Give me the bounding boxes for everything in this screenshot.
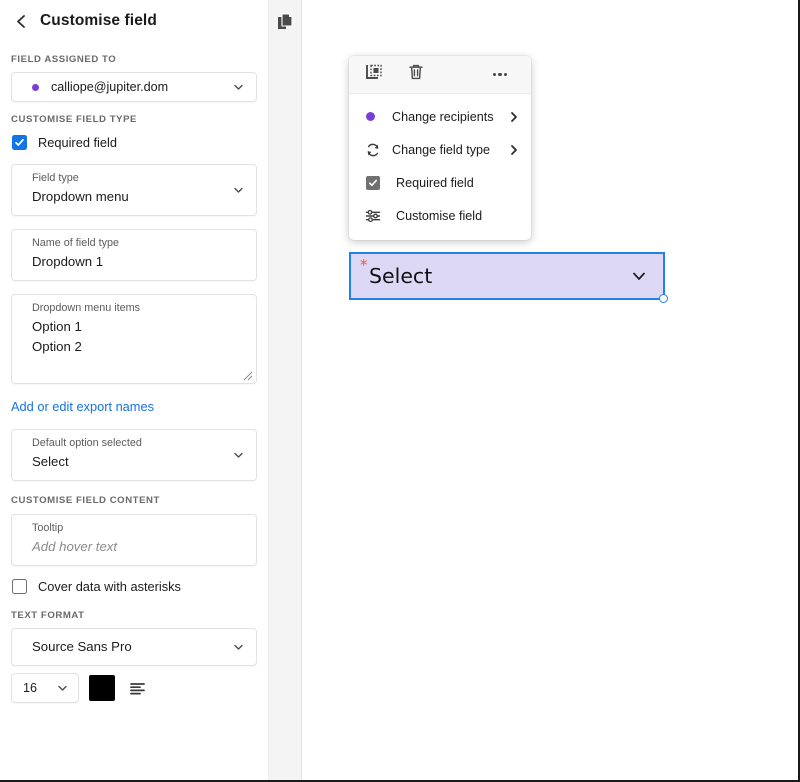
trash-icon xyxy=(407,63,425,86)
resize-handle-icon[interactable] xyxy=(239,367,253,381)
field-type-value: Dropdown menu xyxy=(12,185,256,215)
panel-header: Customise field xyxy=(0,4,268,38)
export-names-link-row: Add or edit export names xyxy=(0,398,268,416)
list-item: Option 1 xyxy=(32,317,244,337)
dropdown-form-field[interactable]: * Select xyxy=(349,252,665,300)
field-context-menu: Change recipients xyxy=(349,56,531,240)
page-title: Customise field xyxy=(40,12,157,30)
cover-data-checkbox-row[interactable]: Cover data with asterisks xyxy=(0,579,268,594)
tooltip-placeholder: Add hover text xyxy=(12,535,256,565)
required-marker: * xyxy=(360,258,368,273)
field-type-select[interactable]: Field type Dropdown menu xyxy=(11,164,257,216)
menu-item-label: Customise field xyxy=(396,209,482,223)
menu-item-label: Change recipients xyxy=(392,110,494,124)
chevron-down-icon xyxy=(232,81,245,94)
dropdown-menu-items-textarea[interactable]: Dropdown menu items Option 1 Option 2 xyxy=(11,294,257,384)
required-field-label: Required field xyxy=(38,135,117,150)
chevron-left-icon xyxy=(14,14,29,29)
app-window: Customise field FIELD ASSIGNED TO callio… xyxy=(0,0,800,782)
canvas-left-rail xyxy=(268,0,302,782)
list-item: Option 2 xyxy=(32,337,244,357)
recipient-dot-icon xyxy=(32,84,39,91)
field-type-sub-label: Field type xyxy=(12,165,256,185)
font-family-value: Source Sans Pro xyxy=(12,629,256,665)
chevron-right-icon xyxy=(508,111,520,123)
tooltip-input[interactable]: Tooltip Add hover text xyxy=(11,514,257,566)
section-label-customise-field-content: CUSTOMISE FIELD CONTENT xyxy=(0,495,268,506)
chevron-down-icon xyxy=(232,449,245,462)
chevron-down-icon xyxy=(232,184,245,197)
duplicate-icon xyxy=(365,63,383,86)
menu-item-label: Required field xyxy=(396,176,474,190)
delete-button[interactable] xyxy=(395,58,437,92)
checkbox-checked-icon xyxy=(365,176,387,190)
menu-item-change-field-type[interactable]: Change field type xyxy=(349,133,531,166)
context-menu-items: Change recipients xyxy=(349,94,531,240)
pages-icon[interactable] xyxy=(273,9,297,33)
checkbox-checked-icon xyxy=(12,135,27,150)
more-options-icon xyxy=(493,73,508,76)
resize-handle[interactable] xyxy=(659,294,668,303)
add-or-edit-export-names-link[interactable]: Add or edit export names xyxy=(11,399,154,414)
tooltip-sub-label: Tooltip xyxy=(12,515,256,535)
font-size-select[interactable]: 16 xyxy=(11,673,79,703)
name-of-field-type-input[interactable]: Name of field type Dropdown 1 xyxy=(11,229,257,281)
name-of-field-type-value: Dropdown 1 xyxy=(12,250,256,280)
dropdown-items-list: Option 1 Option 2 xyxy=(12,314,256,357)
sync-icon xyxy=(365,142,387,158)
recipient-row: calliope@jupiter.dom xyxy=(12,73,256,101)
chevron-down-icon xyxy=(56,682,69,695)
text-format-controls: 16 xyxy=(11,673,257,703)
section-label-customise-field-type: CUSTOMISE FIELD TYPE xyxy=(0,114,268,125)
default-option-value: Select xyxy=(12,450,256,480)
menu-item-customise-field[interactable]: Customise field xyxy=(349,199,531,232)
required-field-checkbox-row[interactable]: Required field xyxy=(0,135,268,150)
section-label-field-assigned-to: FIELD ASSIGNED TO xyxy=(0,54,268,65)
customise-field-sidebar: Customise field FIELD ASSIGNED TO callio… xyxy=(0,0,268,782)
duplicate-button[interactable] xyxy=(353,58,395,92)
default-option-select[interactable]: Default option selected Select xyxy=(11,429,257,481)
menu-item-label: Change field type xyxy=(392,143,490,157)
chevron-right-icon xyxy=(508,144,520,156)
text-align-left-icon[interactable] xyxy=(125,676,149,700)
menu-item-change-recipients[interactable]: Change recipients xyxy=(349,100,531,133)
context-menu-toolbar xyxy=(349,56,531,94)
dropdown-items-sub-label: Dropdown menu items xyxy=(12,295,256,314)
font-size-value: 16 xyxy=(12,681,37,695)
recipient-dot-icon xyxy=(365,112,387,121)
cover-data-label: Cover data with asterisks xyxy=(38,579,181,594)
recipient-select[interactable]: calliope@jupiter.dom xyxy=(11,72,257,102)
checkbox-unchecked-icon xyxy=(12,579,27,594)
name-of-field-type-sub-label: Name of field type xyxy=(12,230,256,250)
chevron-down-icon xyxy=(232,641,245,654)
font-family-select[interactable]: Source Sans Pro xyxy=(11,628,257,666)
section-label-text-format: TEXT FORMAT xyxy=(0,610,268,621)
recipient-email: calliope@jupiter.dom xyxy=(51,80,168,94)
chevron-down-icon xyxy=(629,266,649,286)
font-color-swatch[interactable] xyxy=(89,675,115,701)
default-option-sub-label: Default option selected xyxy=(12,430,256,450)
document-canvas[interactable]: Change recipients xyxy=(303,0,798,782)
more-options-button[interactable] xyxy=(479,58,521,92)
sliders-icon xyxy=(365,208,387,224)
menu-item-required-field[interactable]: Required field xyxy=(349,166,531,199)
back-button[interactable] xyxy=(8,8,34,34)
